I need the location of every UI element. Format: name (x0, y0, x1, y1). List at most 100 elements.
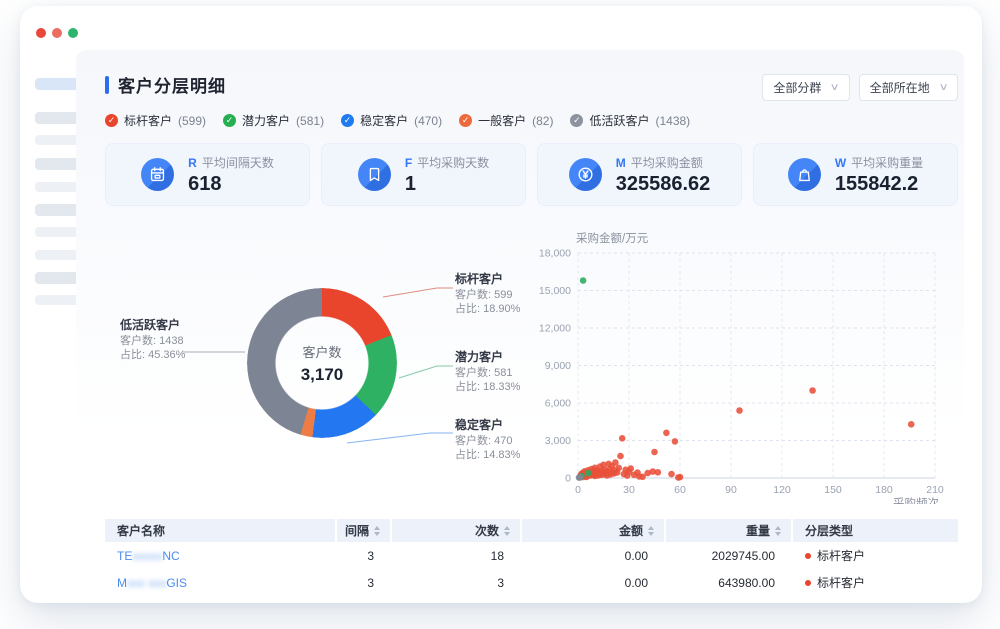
cell-segment-type: 标杆客户 (793, 569, 958, 596)
legend-item-2[interactable]: ✓稳定客户(470) (341, 112, 442, 129)
y-tick-label: 6,000 (545, 398, 571, 410)
sidebar-menu-item-7[interactable] (35, 250, 79, 260)
sort-icon[interactable] (775, 526, 781, 536)
segment-type-dot (805, 553, 811, 559)
sort-icon[interactable] (374, 526, 380, 536)
window-dot-1[interactable] (52, 28, 62, 38)
yen-coin-icon (569, 158, 602, 191)
legend-item-3[interactable]: ✓一般客户(82) (459, 112, 553, 129)
customer-name-link[interactable]: Mxxx xxxGIS (117, 576, 187, 590)
column-header-2[interactable]: 次数 (392, 519, 520, 542)
column-header-label: 次数 (475, 522, 499, 539)
sidebar-menu-item-4[interactable] (35, 182, 79, 192)
leader-line-0 (383, 288, 453, 297)
window-dot-2[interactable] (68, 28, 78, 38)
donut-label-name: 低活跃客户 (120, 318, 185, 332)
donut-label-name: 潜力客户 (455, 350, 520, 364)
donut-label-count: 客户数: 1438 (120, 334, 185, 348)
legend-count: (581) (296, 114, 324, 128)
segment-legend: ✓标杆客户(599)✓潜力客户(581)✓稳定客户(470)✓一般客户(82)✓… (105, 112, 690, 129)
donut-label-name: 标杆客户 (455, 272, 520, 286)
sidebar-menu-item-5[interactable] (35, 204, 79, 216)
legend-count: (470) (414, 114, 442, 128)
x-tick-label: 210 (926, 484, 944, 496)
cell-weight: 643980.00 (666, 569, 791, 596)
column-header-4[interactable]: 重量 (666, 519, 791, 542)
legend-count: (599) (178, 114, 206, 128)
stat-value: 155842.2 (835, 173, 923, 196)
stat-label: R 平均间隔天数 (188, 154, 274, 171)
donut-label-pct: 占比: 45.36% (120, 348, 185, 362)
y-tick-label: 0 (565, 473, 571, 485)
cell-times: 3 (392, 569, 520, 596)
sort-icon[interactable] (504, 526, 510, 536)
legend-item-1[interactable]: ✓潜力客户(581) (223, 112, 324, 129)
stat-label-text: 平均采购天数 (417, 156, 489, 170)
check-circle-icon: ✓ (459, 114, 472, 127)
check-circle-icon: ✓ (105, 114, 118, 127)
donut-label-0: 标杆客户客户数: 599占比: 18.90% (455, 272, 520, 316)
page: 客户分层明细 全部分群∨全部所在地∨ ✓标杆客户(599)✓潜力客户(581)✓… (0, 0, 1000, 629)
x-tick-label: 60 (674, 484, 686, 496)
column-header-label: 间隔 (345, 522, 369, 539)
column-header-3[interactable]: 金额 (522, 519, 664, 542)
cell-customer-name: TExxxxxNC (105, 542, 335, 569)
stat-card-M: M平均采购金额325586.62 (537, 143, 742, 206)
stat-label-text: 平均采购重量 (851, 156, 923, 170)
cell-times: 18 (392, 542, 520, 569)
stat-card-R: R平均间隔天数618 (105, 143, 310, 206)
cell-customer-name: Mxxx xxxGIS (105, 569, 335, 596)
cell-interval: 3 (337, 542, 390, 569)
stat-label: W平均采购重量 (835, 154, 923, 171)
stat-label-text: 平均采购金额 (631, 156, 703, 170)
scatter-point-标杆客户 (627, 465, 634, 472)
sidebar-menu-item-2[interactable] (35, 135, 79, 145)
y-tick-label: 9,000 (545, 360, 571, 372)
x-axis-title: 采购频次 (893, 496, 939, 504)
stat-value: 325586.62 (616, 173, 711, 196)
legend-item-0[interactable]: ✓标杆客户(599) (105, 112, 206, 129)
legend-item-4[interactable]: ✓低活跃客户(1438) (570, 112, 690, 129)
donut-label-count: 客户数: 581 (455, 366, 520, 380)
sidebar-menu-item-9[interactable] (35, 295, 79, 305)
stat-label-text: 平均间隔天数 (202, 156, 274, 170)
x-tick-label: 150 (824, 484, 842, 496)
group-filter[interactable]: 全部分群∨ (762, 74, 849, 101)
page-title: 客户分层明细 (118, 72, 226, 97)
donut-label-2: 稳定客户客户数: 470占比: 14.83% (455, 418, 520, 462)
location-filter-label: 全部所在地 (870, 79, 930, 96)
cell-amount: 0.00 (522, 542, 664, 569)
donut-label-count: 客户数: 470 (455, 434, 520, 448)
donut-label-3: 低活跃客户客户数: 1438占比: 45.36% (120, 318, 185, 362)
segment-type-label: 标杆客户 (817, 547, 865, 564)
donut-label-pct: 占比: 18.33% (455, 380, 520, 394)
stat-cards: R平均间隔天数618F平均采购天数1M平均采购金额325586.62W平均采购重… (105, 143, 958, 206)
donut-label-pct: 占比: 14.83% (455, 448, 520, 462)
x-tick-label: 90 (725, 484, 737, 496)
legend-label: 一般客户 (478, 112, 526, 129)
scatter-point-标杆客户 (651, 449, 658, 456)
legend-label: 稳定客户 (360, 112, 408, 129)
stat-card-W: W平均采购重量 155842.2 (753, 143, 958, 206)
donut-label-pct: 占比: 18.90% (455, 302, 520, 316)
x-tick-label: 120 (773, 484, 791, 496)
customer-name-link[interactable]: TExxxxxNC (117, 549, 180, 563)
sidebar-menu-item-6[interactable] (35, 227, 79, 237)
y-tick-label: 3,000 (545, 435, 571, 447)
customer-table: 客户名称间隔次数金额重量分层类型TExxxxxNC3180.002029745.… (105, 519, 958, 596)
cell-weight: 2029745.00 (666, 542, 791, 569)
scatter-point-标杆客户 (617, 453, 624, 460)
name-visible-end: NC (162, 549, 179, 563)
sort-icon[interactable] (648, 526, 654, 536)
location-filter[interactable]: 全部所在地∨ (859, 74, 958, 101)
leader-line-1 (399, 366, 453, 378)
donut-label-1: 潜力客户客户数: 581占比: 18.33% (455, 350, 520, 394)
column-header-1[interactable]: 间隔 (337, 519, 390, 542)
stat-label: F平均采购天数 (405, 154, 489, 171)
table-header-row: 客户名称间隔次数金额重量分层类型 (105, 519, 958, 542)
stat-card-F: F平均采购天数1 (321, 143, 526, 206)
stat-letter: R (188, 156, 197, 170)
window-dot-0[interactable] (36, 28, 46, 38)
column-header-label: 重量 (746, 522, 770, 539)
page-title-wrap: 客户分层明细 (105, 72, 226, 97)
